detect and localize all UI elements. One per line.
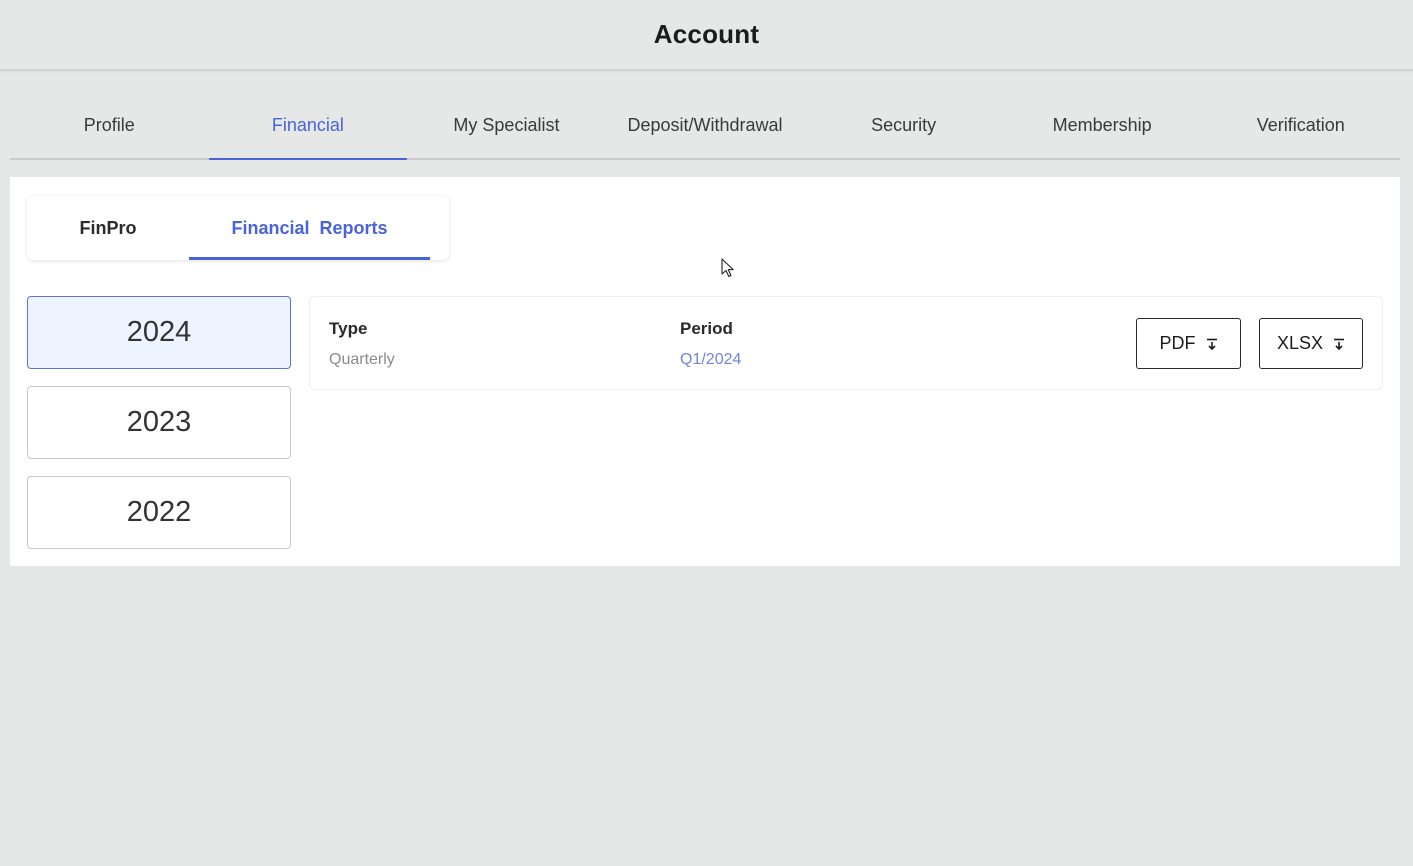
report-row: Type Quarterly Period Q1/2024 PDF XLSX [309, 296, 1383, 390]
subtab-financial-reports[interactable]: Financial Reports [189, 196, 430, 260]
year-button-2024[interactable]: 2024 [27, 296, 291, 369]
type-value: Quarterly [329, 351, 395, 368]
subtab-finpro[interactable]: FinPro [27, 196, 189, 260]
xlsx-button-label: XLSX [1276, 333, 1324, 353]
year-button-2022[interactable]: 2022 [27, 476, 291, 549]
download-pdf-button[interactable]: PDF [1136, 318, 1241, 369]
tab-profile[interactable]: Profile [10, 94, 209, 158]
period-label: Period [680, 319, 733, 338]
mouse-cursor-icon [721, 258, 734, 278]
tab-security[interactable]: Security [804, 94, 1003, 158]
download-xlsx-button[interactable]: XLSX [1259, 318, 1363, 369]
download-icon [1206, 338, 1217, 350]
tab-membership[interactable]: Membership [1003, 94, 1202, 158]
main-tab-bar: Profile Financial My Specialist Deposit/… [10, 94, 1400, 160]
tab-verification[interactable]: Verification [1201, 94, 1400, 158]
download-icon [1334, 338, 1345, 350]
tab-deposit-withdrawal[interactable]: Deposit/Withdrawal [606, 94, 805, 158]
sub-tab-bar: FinPro Financial Reports [27, 196, 449, 260]
pdf-button-label: PDF [1159, 333, 1196, 353]
period-value: Q1/2024 [680, 351, 742, 368]
year-list: 2024 2023 2022 [27, 296, 291, 566]
tab-my-specialist[interactable]: My Specialist [407, 94, 606, 158]
type-column: Type Quarterly [329, 319, 395, 369]
page-header: Account [0, 0, 1413, 71]
tab-financial[interactable]: Financial [208, 94, 408, 160]
financial-panel: FinPro Financial Reports 2024 2023 2022 … [10, 177, 1400, 566]
type-label: Type [329, 319, 368, 338]
page-title: Account [653, 19, 760, 49]
year-button-2023[interactable]: 2023 [27, 386, 291, 459]
period-column: Period Q1/2024 [680, 319, 741, 369]
